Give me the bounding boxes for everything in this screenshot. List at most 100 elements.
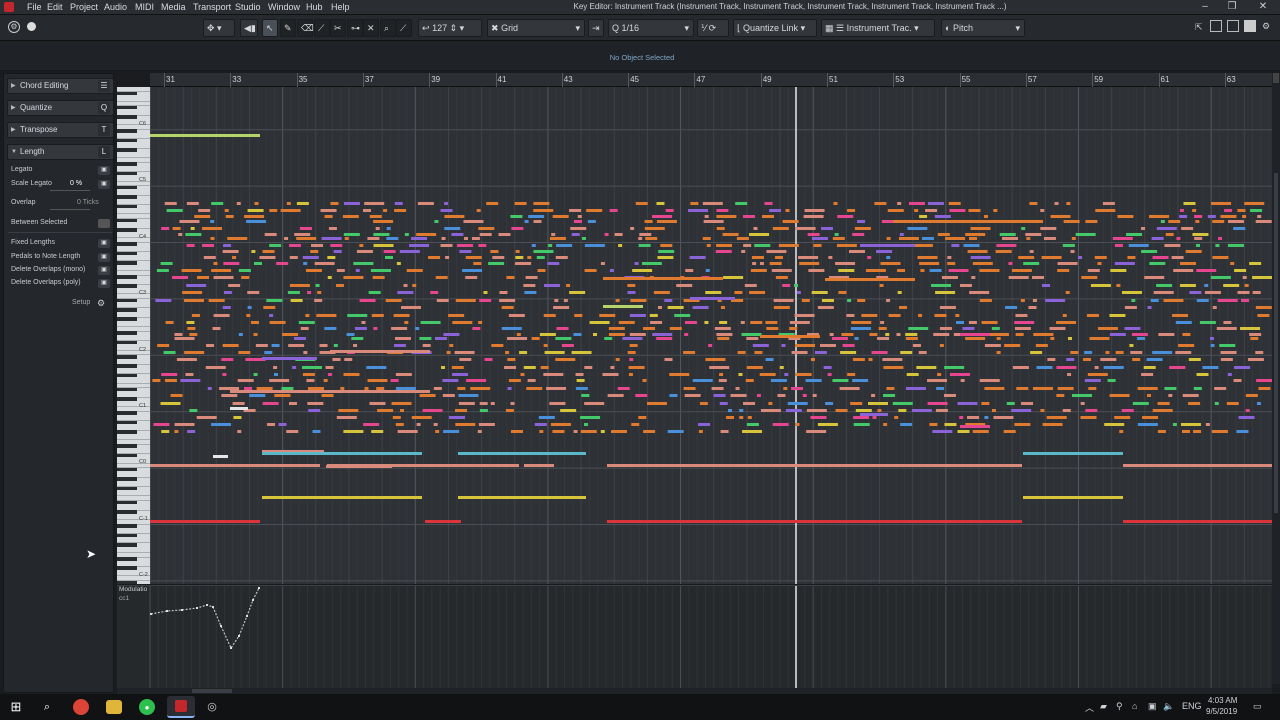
clock-date[interactable]: 9/5/2019 xyxy=(1206,707,1237,716)
black-key[interactable] xyxy=(117,204,137,209)
layout-bottom-icon[interactable] xyxy=(1227,20,1239,32)
object-selection-tool[interactable]: ↖ xyxy=(262,19,278,37)
length-quantize-dropdown[interactable]: ⌊ Quantize Link ▾ xyxy=(733,19,817,37)
black-key[interactable] xyxy=(117,533,137,538)
tray-icon[interactable]: ⌂ xyxy=(1132,701,1137,711)
between-selected-toggle[interactable] xyxy=(98,219,110,228)
iterative-quantize-button[interactable]: ⅟ ⟳ xyxy=(697,19,729,37)
tray-icon[interactable]: ⚲ xyxy=(1116,701,1123,712)
maximize-button[interactable]: ❐ xyxy=(1221,1,1243,13)
black-key[interactable] xyxy=(117,444,137,448)
language-indicator[interactable]: ENG xyxy=(1182,701,1202,711)
vertical-scrollbar[interactable] xyxy=(1272,73,1280,684)
ruler[interactable]: 31 33 35 37 39 41 43 45 47 49 51 53 55 57 59 61 63 xyxy=(150,73,1272,87)
tray-icon[interactable]: ▣ xyxy=(1148,701,1157,712)
layout-arrow-icon[interactable]: ⇱ xyxy=(1195,22,1203,33)
search-icon[interactable]: ⌕ xyxy=(38,698,56,716)
black-key[interactable] xyxy=(117,354,137,359)
black-key[interactable] xyxy=(117,411,137,415)
layout-left-icon[interactable] xyxy=(1210,20,1222,32)
overlap-value[interactable]: 0 Ticks xyxy=(77,199,99,206)
black-key[interactable] xyxy=(117,298,137,303)
delete-poly-apply-icon[interactable]: ▣ xyxy=(98,279,110,288)
black-key[interactable] xyxy=(117,453,137,458)
black-key[interactable] xyxy=(117,115,137,119)
legato-button[interactable]: Legato xyxy=(11,166,32,173)
black-key[interactable] xyxy=(117,185,137,190)
minimize-button[interactable]: – xyxy=(1194,1,1216,13)
layout-full-icon[interactable] xyxy=(1244,20,1256,32)
close-button[interactable]: ✕ xyxy=(1252,1,1274,13)
scroll-up-icon[interactable] xyxy=(1273,73,1279,83)
chord-editing-section[interactable]: ▶ Chord Editing ☰ xyxy=(7,78,114,94)
trim-tool-icon[interactable]: ⟋ xyxy=(314,19,330,37)
line-tool-icon[interactable]: ⟋ xyxy=(396,19,412,37)
lane-dropdown[interactable]: ◐ Pitch ▾ xyxy=(941,19,1025,37)
pedals-to-note-length-button[interactable]: Pedals to Note Length xyxy=(11,253,80,260)
black-key[interactable] xyxy=(117,477,137,481)
insert-velocity-field[interactable]: ↩ 127 ⇕ ▾ xyxy=(418,19,482,37)
black-key[interactable] xyxy=(117,387,137,392)
gear-icon[interactable]: ⚙ xyxy=(97,298,105,309)
black-key[interactable] xyxy=(117,373,137,378)
piano-keyboard[interactable]: C6 C5 C4 C3 C2 C1 C0 C-1 C-2 xyxy=(117,87,150,584)
hscroll-thumb[interactable] xyxy=(192,689,232,693)
tray-chevron-icon[interactable]: ︿ xyxy=(1085,701,1094,714)
black-key[interactable] xyxy=(117,218,137,223)
scale-legato-slider[interactable] xyxy=(50,190,90,191)
record-icon[interactable] xyxy=(27,22,36,31)
pedals-apply-icon[interactable]: ▣ xyxy=(98,253,110,262)
snap-to-zero-icon[interactable]: ⇥ xyxy=(588,19,604,37)
black-key[interactable] xyxy=(117,195,137,199)
controller-lane[interactable]: Modulatio cc1 xyxy=(117,585,1272,688)
black-key[interactable] xyxy=(117,467,137,472)
black-key[interactable] xyxy=(117,148,137,152)
snap-type-dropdown[interactable]: ✖ Grid ▾ xyxy=(487,19,585,37)
black-key[interactable] xyxy=(117,486,137,491)
scale-legato-apply-icon[interactable]: ▣ xyxy=(98,180,110,189)
black-key[interactable] xyxy=(117,500,137,505)
black-key[interactable] xyxy=(117,566,137,571)
auto-scroll-button[interactable]: ✥ ▾ xyxy=(203,19,235,37)
black-key[interactable] xyxy=(117,420,137,425)
black-key[interactable] xyxy=(117,105,137,110)
black-key[interactable] xyxy=(117,557,137,561)
chrome-icon[interactable] xyxy=(73,699,89,715)
zoom-tool-icon[interactable]: ⌕ xyxy=(380,19,396,37)
black-key[interactable] xyxy=(117,510,137,514)
scale-legato-value[interactable]: 0 % xyxy=(70,180,82,187)
setup-button[interactable]: Setup xyxy=(72,299,90,306)
black-key[interactable] xyxy=(117,331,137,336)
volume-icon[interactable]: 🔈 xyxy=(1163,701,1174,712)
fixed-lengths-apply-icon[interactable]: ▣ xyxy=(98,239,110,248)
black-key[interactable] xyxy=(117,340,137,345)
length-section[interactable]: ▼ Length L xyxy=(7,144,114,160)
acoustic-feedback-button[interactable]: ◀▮ xyxy=(240,19,258,37)
notification-icon[interactable]: ▭ xyxy=(1253,701,1262,712)
black-key[interactable] xyxy=(117,260,137,265)
black-key[interactable] xyxy=(117,542,137,547)
quantize-section[interactable]: ▶ Quantize Q xyxy=(7,100,114,116)
clock-time[interactable]: 4:03 AM xyxy=(1208,696,1237,705)
track-select-dropdown[interactable]: ▦ ☰ Instrument Trac. ▾ xyxy=(821,19,935,37)
app-icon[interactable]: ◎ xyxy=(203,698,221,716)
black-key[interactable] xyxy=(117,162,137,166)
delete-overlaps-poly-button[interactable]: Delete Overlaps (poly) xyxy=(11,279,81,286)
black-key[interactable] xyxy=(117,129,137,133)
transpose-section[interactable]: ▶ Transpose T xyxy=(7,122,114,138)
black-key[interactable] xyxy=(117,524,137,528)
glue-tool-icon[interactable]: ⊶ xyxy=(347,19,363,37)
line-app-icon[interactable]: ● xyxy=(139,699,155,715)
draw-tool-icon[interactable]: ✎ xyxy=(280,19,296,37)
black-key[interactable] xyxy=(117,138,137,143)
scroll-thumb[interactable] xyxy=(1274,173,1278,513)
black-key[interactable] xyxy=(117,580,137,584)
black-key[interactable] xyxy=(117,171,137,176)
layout-settings-icon[interactable]: ⚙ xyxy=(1262,21,1270,32)
black-key[interactable] xyxy=(117,251,137,256)
black-key[interactable] xyxy=(117,307,137,312)
delete-mono-apply-icon[interactable]: ▣ xyxy=(98,266,110,275)
windows-start-icon[interactable]: ⊞ xyxy=(7,698,25,716)
black-key[interactable] xyxy=(117,228,137,232)
black-key[interactable] xyxy=(117,364,137,368)
